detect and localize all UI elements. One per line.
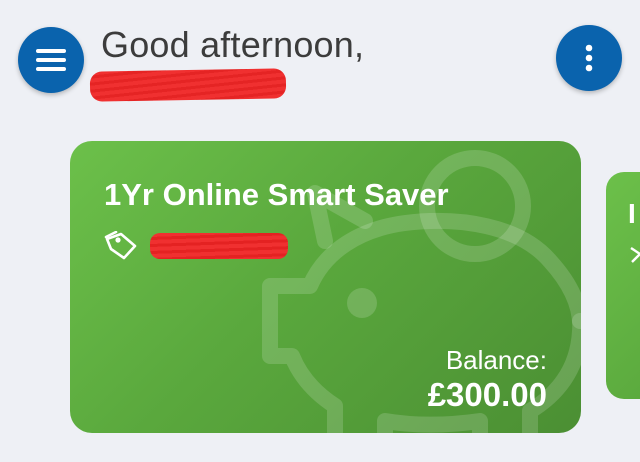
redacted-user-name <box>89 68 287 102</box>
more-options-button[interactable] <box>556 25 622 91</box>
account-card[interactable]: 1Yr Online Smart Saver Balance: £300.00 <box>70 141 581 433</box>
tag-icon <box>630 247 640 263</box>
redacted-account-number <box>150 233 288 259</box>
menu-button[interactable] <box>18 27 84 93</box>
balance-label: Balance: <box>445 345 547 375</box>
greeting-text: Good afternoon, <box>101 24 365 65</box>
balance-amount: £300.00 <box>427 376 547 413</box>
vertical-dots-icon <box>585 44 593 72</box>
account-title: 1Yr Online Smart Saver <box>104 177 449 212</box>
tag-icon <box>104 231 137 260</box>
hamburger-menu-icon <box>36 49 66 71</box>
account-card-next[interactable]: I <box>606 172 640 399</box>
account-title-next: I <box>628 198 636 229</box>
